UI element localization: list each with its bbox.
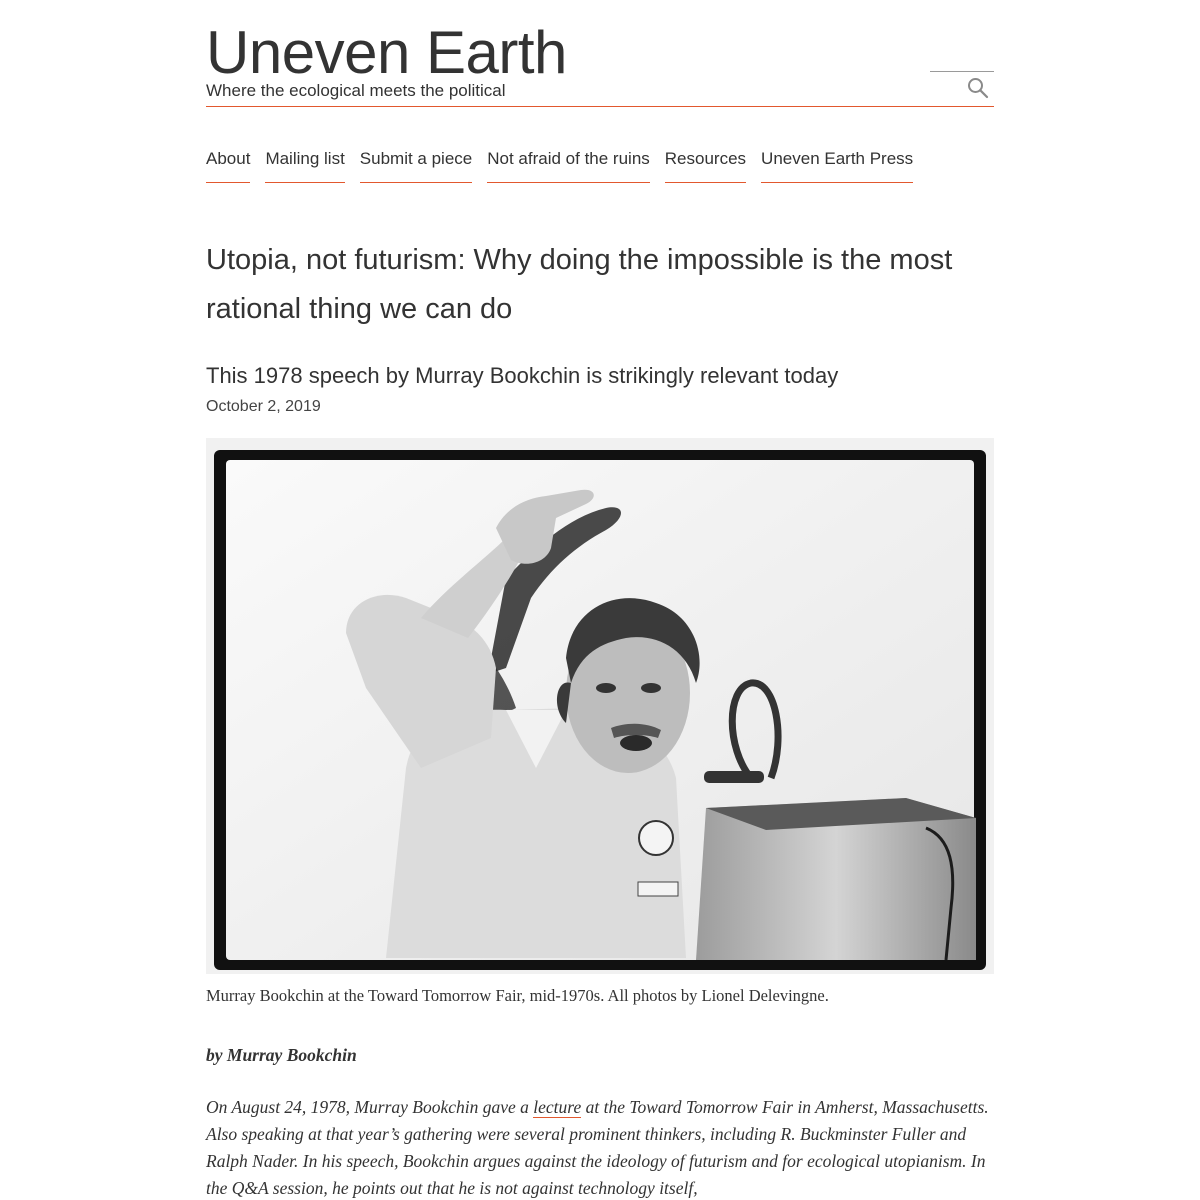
article-date: October 2, 2019 bbox=[206, 398, 321, 415]
nav-item-resources[interactable]: Resources bbox=[664, 148, 747, 183]
article-subtitle: This 1978 speech by Murray Bookchin is s… bbox=[206, 363, 839, 388]
header-divider bbox=[206, 106, 994, 107]
site-tagline: Where the ecological meets the political bbox=[206, 81, 506, 100]
nav-item-submit-a-piece[interactable]: Submit a piece bbox=[359, 148, 473, 183]
search-input[interactable] bbox=[930, 71, 994, 72]
photo-caption: Murray Bookchin at the Toward Tomorrow F… bbox=[206, 986, 829, 1005]
article-title: Utopia, not futurism: Why doing the impo… bbox=[206, 244, 953, 325]
site-title[interactable]: Uneven Earth bbox=[206, 18, 567, 88]
nav-item-not-afraid-of-the-ruins[interactable]: Not afraid of the ruins bbox=[487, 148, 650, 183]
article-photo bbox=[206, 438, 994, 974]
nav-item-uneven-earth-press[interactable]: Uneven Earth Press bbox=[761, 148, 914, 183]
intro-text-before-link: On August 24, 1978, Murray Bookchin gave… bbox=[206, 1097, 534, 1117]
lecture-link[interactable]: lecture bbox=[533, 1097, 582, 1118]
nav-item-mailing-list[interactable]: Mailing list bbox=[265, 148, 345, 183]
main-navigation: About Mailing list Submit a piece Not af… bbox=[206, 148, 914, 183]
article-intro: On August 24, 1978, Murray Bookchin gave… bbox=[206, 1094, 996, 1200]
page: Uneven Earth Where the ecological meets … bbox=[0, 0, 1200, 1200]
search-icon[interactable] bbox=[967, 77, 989, 99]
nav-item-about[interactable]: About bbox=[206, 148, 251, 183]
article-byline: by Murray Bookchin bbox=[206, 1045, 357, 1065]
